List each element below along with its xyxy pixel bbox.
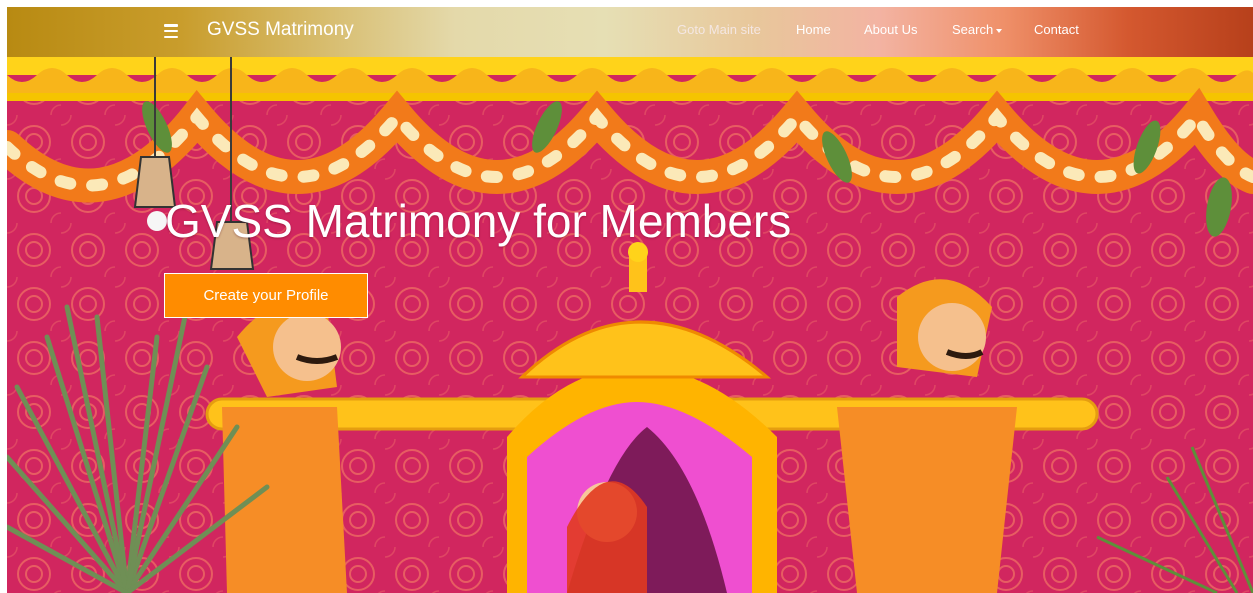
caret-down-icon [996, 28, 1003, 33]
nav-search-label: Search [952, 22, 994, 37]
hero-title: GVSS Matrimony for Members [165, 195, 792, 247]
create-profile-button[interactable]: Create your Profile [164, 273, 368, 318]
nav-links: Goto Main site Home About Us Search Cont… [7, 7, 1253, 57]
nav-goto-main-site[interactable]: Goto Main site [677, 22, 761, 37]
nav-contact[interactable]: Contact [1034, 22, 1079, 37]
top-navbar: GVSS Matrimony Goto Main site Home About… [7, 7, 1253, 57]
nav-search-dropdown[interactable]: Search [952, 22, 1003, 37]
nav-about-us[interactable]: About Us [864, 22, 917, 37]
nav-home[interactable]: Home [796, 22, 831, 37]
page-frame: GVSS Matrimony Goto Main site Home About… [7, 7, 1253, 593]
